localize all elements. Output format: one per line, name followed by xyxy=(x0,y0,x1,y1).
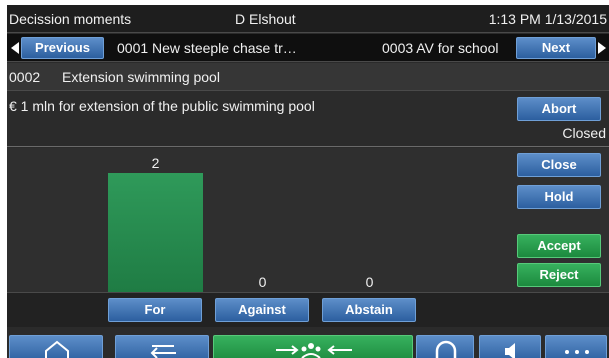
speaker-icon xyxy=(505,343,515,358)
hold-button[interactable]: Hold xyxy=(517,185,601,209)
nav-bar: Previous 0001 New steeple chase tr… 0003… xyxy=(7,34,609,62)
back-button[interactable] xyxy=(115,335,209,358)
agenda-row: 0002 Extension swimming pool xyxy=(7,63,609,91)
datetime: 1:13 PM 1/13/2015 xyxy=(488,11,607,27)
title-bar: Decission moments D Elshout 1:13 PM 1/13… xyxy=(7,5,609,33)
description-text: € 1 mln for extension of the public swim… xyxy=(9,98,315,114)
user-name: D Elshout xyxy=(235,11,296,27)
meeting-button[interactable] xyxy=(213,335,413,358)
bar-for xyxy=(108,173,203,292)
app-title: Decission moments xyxy=(9,11,132,27)
vote-abstain-button[interactable]: Abstain xyxy=(322,298,416,322)
home-icon xyxy=(45,340,69,358)
meeting-icon xyxy=(276,343,352,358)
next-item: 0003 AV for school xyxy=(382,40,499,56)
speaker-button[interactable] xyxy=(479,335,541,358)
prev-arrow-icon[interactable] xyxy=(11,42,19,54)
abort-button[interactable]: Abort xyxy=(517,97,601,121)
vote-for-button[interactable]: For xyxy=(108,298,202,322)
headphones-icon xyxy=(435,340,457,358)
close-button[interactable]: Close xyxy=(517,153,601,177)
next-button[interactable]: Next xyxy=(516,37,596,59)
next-arrow-icon[interactable] xyxy=(598,42,606,54)
previous-item: 0001 New steeple chase tr… xyxy=(117,40,297,56)
home-button[interactable] xyxy=(9,335,103,358)
status-text: Closed xyxy=(562,125,606,141)
count-against: 0 xyxy=(258,274,267,290)
count-abstain: 0 xyxy=(365,274,374,290)
accept-button[interactable]: Accept xyxy=(517,234,601,258)
description-panel: € 1 mln for extension of the public swim… xyxy=(7,92,609,147)
agenda-number: 0002 xyxy=(9,69,41,85)
vote-against-button[interactable]: Against xyxy=(215,298,309,322)
agenda-title: Extension swimming pool xyxy=(62,69,220,85)
reject-button[interactable]: Reject xyxy=(517,263,601,287)
headphones-button[interactable] xyxy=(416,335,474,358)
count-for: 2 xyxy=(151,155,160,171)
more-icon xyxy=(565,350,589,354)
back-icon xyxy=(150,345,176,358)
more-button[interactable] xyxy=(545,335,607,358)
vote-buttons-row: For Against Abstain xyxy=(7,292,609,327)
bottom-toolbar xyxy=(7,328,609,358)
previous-button[interactable]: Previous xyxy=(21,37,104,59)
results-chart: 2 0 0 Close Hold Accept Reject xyxy=(7,148,609,292)
app-panel: Decission moments D Elshout 1:13 PM 1/13… xyxy=(7,5,609,358)
